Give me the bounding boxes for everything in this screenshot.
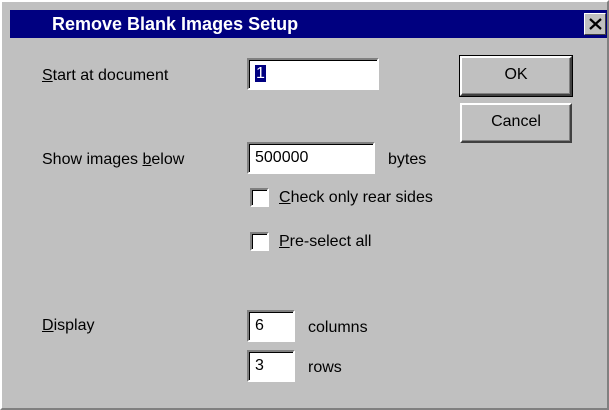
start-at-document-label: Start at document <box>42 67 169 84</box>
close-button[interactable] <box>584 13 606 35</box>
close-icon <box>589 18 602 30</box>
columns-value: 6 <box>255 317 264 334</box>
columns-unit-label: columns <box>308 319 368 336</box>
rows-value: 3 <box>255 357 264 374</box>
cancel-button[interactable]: Cancel <box>460 103 572 143</box>
title-bar[interactable]: Remove Blank Images Setup <box>10 10 607 38</box>
remove-blank-images-setup-dialog: Remove Blank Images Setup Start at docum… <box>0 0 609 410</box>
bytes-unit-label: bytes <box>388 151 427 168</box>
start-at-document-value: 1 <box>255 65 266 82</box>
rows-unit-label: rows <box>308 359 342 376</box>
show-images-below-label: Show images below <box>42 151 185 168</box>
ok-button[interactable]: OK <box>459 55 573 97</box>
pre-select-all-checkbox[interactable] <box>250 232 269 251</box>
window-title: Remove Blank Images Setup <box>52 14 299 34</box>
display-label: Display <box>42 317 95 334</box>
show-images-below-value: 500000 <box>255 149 309 166</box>
rows-input[interactable]: 3 <box>247 350 295 382</box>
start-at-document-input[interactable]: 1 <box>247 58 379 90</box>
check-only-rear-sides-label[interactable]: Check only rear sides <box>279 188 433 208</box>
check-only-rear-sides-checkbox[interactable] <box>250 188 269 207</box>
pre-select-all-label[interactable]: Pre-select all <box>279 232 371 252</box>
show-images-below-input[interactable]: 500000 <box>247 142 375 174</box>
columns-input[interactable]: 6 <box>247 310 295 342</box>
